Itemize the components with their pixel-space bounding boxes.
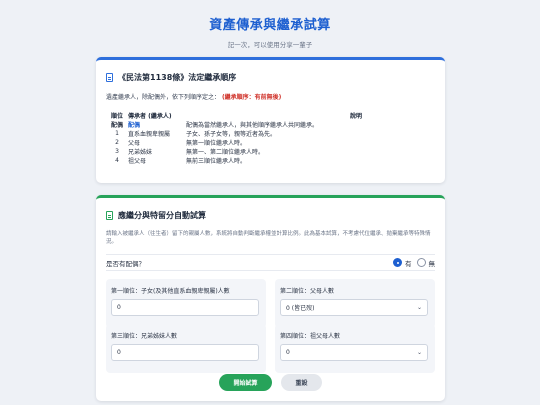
spouse-row: 是否有配偶？ 有 無 — [106, 254, 435, 271]
page-title: 資產傳承與繼承試算 — [209, 18, 331, 33]
spouse-label: 是否有配偶？ — [106, 259, 145, 268]
spouse-yes-radio[interactable] — [393, 258, 402, 267]
row-desc: 配偶為當然繼承人，與其他順序繼承人共同繼承。 — [186, 122, 319, 129]
law-card-header: 《民法第1138條》法定繼承順序 — [96, 60, 445, 83]
row-order: 2 — [115, 139, 119, 146]
spouse-no-option[interactable]: 無 — [416, 258, 436, 268]
col-order-header: 順位 — [110, 113, 123, 120]
siblings-label: 第三順位：兄弟姊妹人數 — [111, 333, 178, 340]
document-icon — [106, 73, 113, 82]
spouse-no-radio[interactable] — [416, 258, 426, 267]
children-count-value: 0 — [117, 304, 121, 311]
field-children: 第一順位：子女(及其他直系血親卑親屬)人數 0 — [106, 279, 266, 328]
siblings-count-input[interactable]: 0 — [111, 344, 259, 361]
law-intro-text: 遺產繼承人，除配偶外，依下列順序定之： — [106, 94, 221, 101]
calculator-card: 應繼分與特留分自動試算 請輸入被繼承人（往生者）留下的親屬人數，系統將自動判斷繼… — [96, 195, 445, 401]
parents-count-select[interactable]: 0 (皆已歿) ⌄ — [280, 299, 428, 316]
law-table-header: 順位 傳承者 (繼承人) 說明 — [106, 111, 436, 120]
spouse-radio-group: 有 無 — [393, 258, 435, 268]
grandparents-label: 第四順位：祖父母人數 — [280, 333, 341, 340]
law-intro: 遺產繼承人，除配偶外，依下列順序定之： (繼承順序：有前無後) — [96, 83, 445, 101]
law-card-title: 《民法第1138條》法定繼承順序 — [118, 73, 237, 82]
calc-intro: 請輸入被繼承人（往生者）留下的親屬人數，系統將自動判斷繼承權並計算比例。此為基本… — [106, 231, 431, 245]
table-row: 1 直系血親卑親屬 子女、孫子女等，親等近者為先。 — [106, 129, 436, 138]
table-row: 3 兄弟姊妹 無第一、第二順位繼承人時。 — [106, 147, 436, 156]
row-heir: 父母 — [128, 140, 141, 147]
siblings-count-value: 0 — [117, 349, 121, 356]
parents-label: 第二順位：父母人數 — [280, 288, 335, 295]
row-desc: 無第一順位繼承人時。 — [186, 140, 247, 147]
table-row: 配偶 配偶 配偶為當然繼承人，與其他順序繼承人共同繼承。 — [106, 120, 436, 129]
row-heir: 祖父母 — [128, 158, 147, 165]
row-order: 3 — [115, 148, 119, 155]
chevron-down-icon: ⌄ — [416, 304, 422, 311]
row-desc: 無前三順位繼承人時。 — [186, 158, 247, 165]
spouse-no-label[interactable]: 無 — [429, 258, 436, 268]
row-order: 4 — [115, 157, 119, 164]
field-siblings: 第三順位：兄弟姊妹人數 0 — [106, 324, 266, 373]
parents-count-value: 0 (皆已歿) — [286, 305, 315, 312]
spouse-yes-option[interactable]: 有 — [393, 258, 412, 268]
children-label: 第一順位：子女(及其他直系血親卑親屬)人數 — [111, 288, 230, 295]
law-card: 《民法第1138條》法定繼承順序 遺產繼承人，除配偶外，依下列順序定之： (繼承… — [96, 57, 445, 183]
chevron-down-icon: ⌄ — [416, 349, 422, 356]
reset-button[interactable]: 重設 — [281, 374, 322, 391]
calc-card-header: 應繼分與特留分自動試算 — [96, 198, 445, 221]
field-grandparents: 第四順位：祖父母人數 0 ⌄ — [275, 324, 435, 373]
row-order: 配偶 — [110, 122, 123, 129]
spouse-yes-label[interactable]: 有 — [405, 258, 412, 268]
field-parents: 第二順位：父母人數 0 (皆已歿) ⌄ — [275, 279, 435, 328]
law-table: 順位 傳承者 (繼承人) 說明 配偶 配偶 配偶為當然繼承人，與其他順序繼承人共… — [106, 111, 436, 165]
row-heir: 直系血親卑親屬 — [128, 131, 171, 138]
document-list-icon — [106, 211, 113, 220]
calc-card-title: 應繼分與特留分自動試算 — [118, 211, 206, 220]
table-row: 4 祖父母 無前三順位繼承人時。 — [106, 156, 436, 165]
grandparents-count-select[interactable]: 0 ⌄ — [280, 344, 428, 361]
row-desc: 無第一、第二順位繼承人時。 — [186, 149, 265, 156]
row-heir: 兄弟姊妹 — [128, 149, 153, 156]
row-heir: 配偶 — [128, 122, 141, 129]
calculate-button[interactable]: 開始試算 — [219, 374, 272, 391]
col-heir-header: 傳承者 (繼承人) — [128, 113, 172, 120]
row-order: 1 — [115, 130, 119, 137]
law-warning: (繼承順序：有前無後) — [221, 94, 282, 101]
page-header: 資產傳承與繼承試算 記一次，可以使用分享一輩子 — [0, 0, 540, 49]
children-count-input[interactable]: 0 — [111, 299, 259, 316]
col-desc-header: 說明 — [349, 113, 362, 120]
row-desc: 子女、孫子女等，親等近者為先。 — [186, 131, 277, 138]
grandparents-count-value: 0 — [286, 349, 290, 356]
table-row: 2 父母 無第一順位繼承人時。 — [106, 138, 436, 147]
page-subtitle: 記一次，可以使用分享一輩子 — [227, 41, 313, 49]
